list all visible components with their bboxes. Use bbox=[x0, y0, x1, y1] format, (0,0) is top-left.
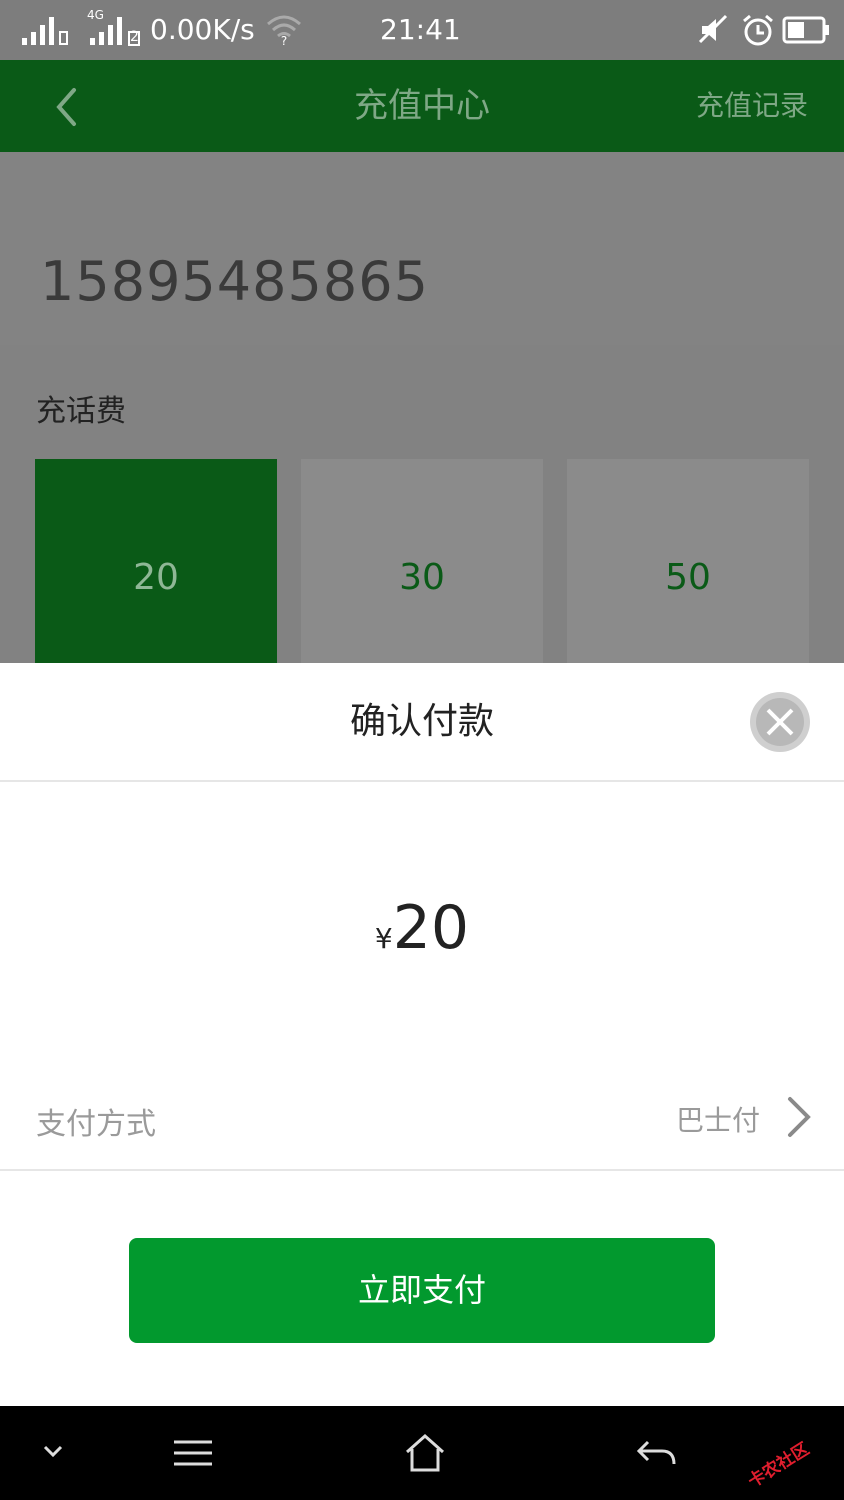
status-bar: 4G 2 0.00K/s ? 21:41 bbox=[0, 0, 844, 60]
amount-option-label: 20 bbox=[133, 557, 179, 598]
recharge-page-background: 15895485865 充话费 20 30 50 bbox=[0, 152, 844, 669]
alarm-icon bbox=[743, 14, 773, 46]
amount-option-label: 30 bbox=[399, 557, 445, 598]
confirm-payment-sheet: 确认付款 ¥20 支付方式 巴士付 立即支付 bbox=[0, 663, 844, 1406]
amount-option-label: 50 bbox=[665, 557, 711, 598]
battery-icon bbox=[782, 16, 829, 44]
amount-value: 20 bbox=[392, 893, 470, 963]
chevron-right-icon[interactable] bbox=[784, 1093, 814, 1141]
signal-icon bbox=[22, 17, 68, 45]
sim2-label: 2 bbox=[130, 29, 139, 45]
divider bbox=[0, 780, 844, 782]
pay-method-label: 支付方式 bbox=[36, 1107, 156, 1142]
recharge-history-link[interactable]: 充值记录 bbox=[696, 60, 808, 152]
amount-option-50[interactable]: 50 bbox=[567, 459, 809, 669]
wifi-icon: ? bbox=[267, 15, 301, 46]
system-nav-bar: 卡农社区 bbox=[0, 1406, 844, 1500]
phone-input-area[interactable]: 15895485865 bbox=[0, 152, 844, 345]
payment-amount: ¥20 bbox=[0, 893, 844, 963]
app-header: 充值中心 充值记录 bbox=[0, 60, 844, 152]
section-label: 充话费 bbox=[36, 394, 126, 429]
phone-number[interactable]: 15895485865 bbox=[40, 250, 429, 313]
mute-icon bbox=[698, 14, 728, 44]
chevron-down-icon[interactable] bbox=[40, 1442, 66, 1462]
pay-method-value[interactable]: 巴士付 bbox=[676, 1099, 760, 1139]
menu-icon[interactable] bbox=[174, 1438, 214, 1468]
net-speed: 0.00K/s bbox=[150, 13, 255, 46]
divider bbox=[0, 1169, 844, 1171]
sheet-title: 确认付款 bbox=[349, 701, 494, 742]
svg-text:?: ? bbox=[281, 34, 287, 46]
network-type-label: 4G bbox=[87, 8, 104, 22]
amount-option-30[interactable]: 30 bbox=[301, 459, 543, 669]
amount-option-20[interactable]: 20 bbox=[35, 459, 277, 669]
clock: 21:41 bbox=[380, 13, 461, 46]
pay-now-button[interactable]: 立即支付 bbox=[129, 1238, 715, 1343]
close-button[interactable] bbox=[750, 692, 810, 752]
back-arrow-icon[interactable] bbox=[636, 1436, 678, 1470]
watermark-logo: 卡农社区 bbox=[744, 1439, 813, 1493]
home-icon[interactable] bbox=[404, 1432, 446, 1474]
currency-symbol: ¥ bbox=[374, 922, 393, 955]
close-icon bbox=[756, 698, 804, 746]
